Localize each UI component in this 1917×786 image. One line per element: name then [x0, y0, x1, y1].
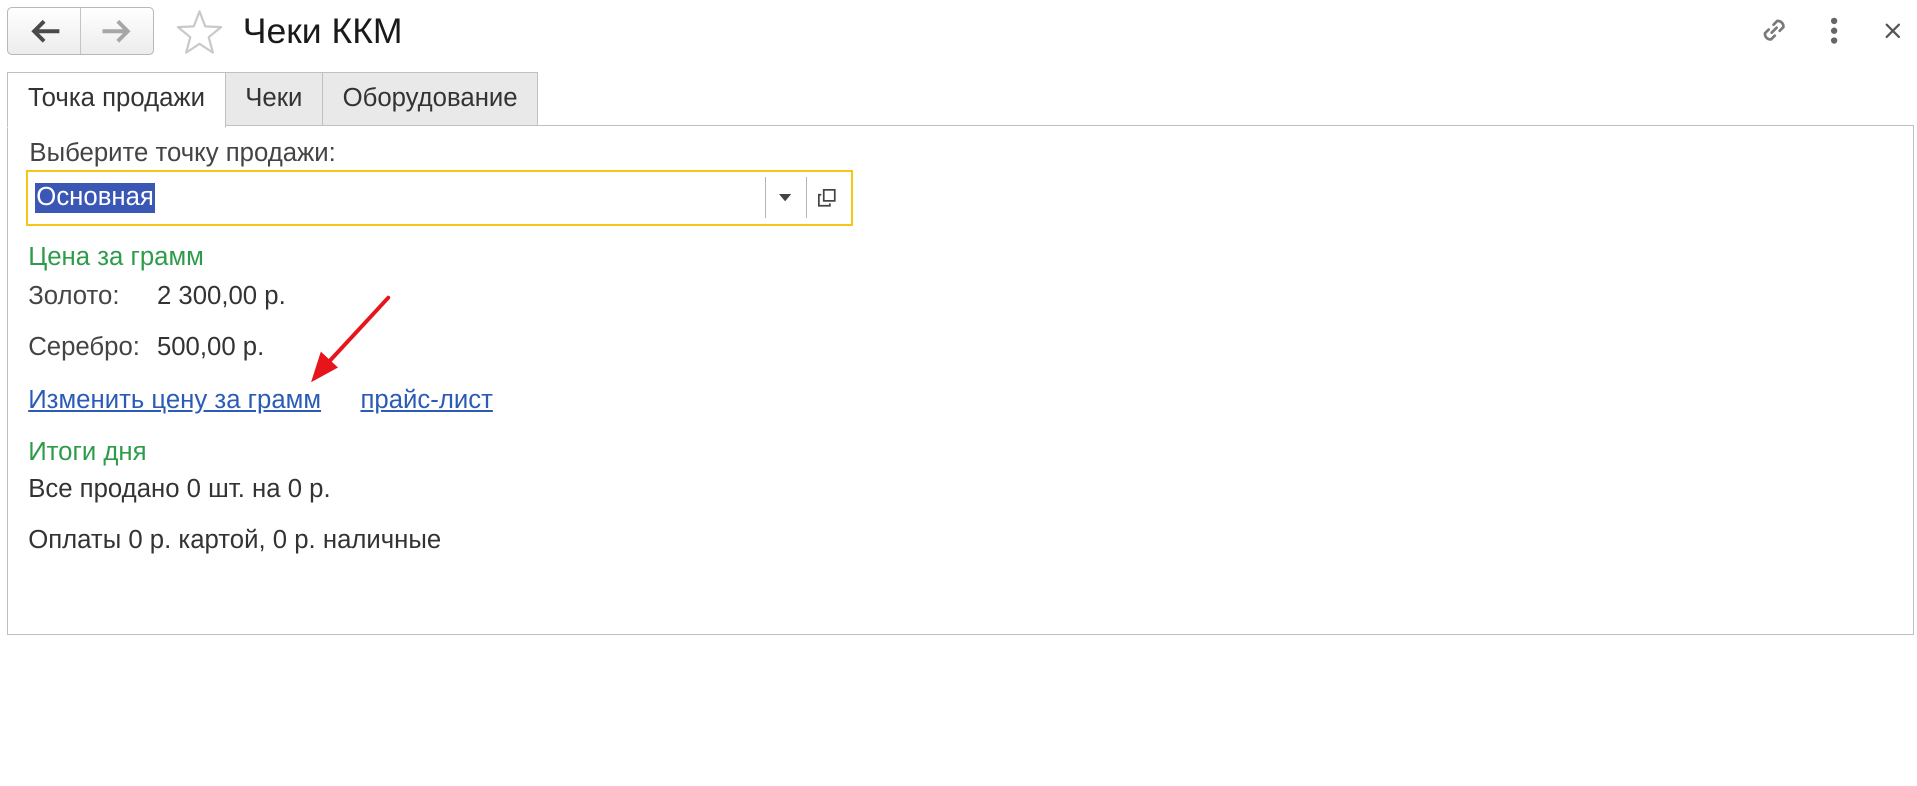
gold-price: 2 300,00 р.	[156, 282, 286, 310]
star-icon	[177, 9, 223, 54]
tab-sale-point[interactable]: Точка продажи	[7, 72, 226, 128]
sale-point-label: Выберите точку продажи:	[29, 138, 336, 167]
sale-point-select[interactable]: Основная	[25, 170, 854, 226]
sale-point-value[interactable]: Основная	[35, 183, 156, 213]
day-totals-title: Итоги дня	[28, 437, 147, 466]
back-button[interactable]	[8, 8, 80, 54]
link-button[interactable]	[1753, 10, 1795, 52]
tab-bar: Точка продажи Чеки Оборудование	[7, 72, 539, 128]
link-icon	[1763, 20, 1785, 42]
day-totals-sold: Все продано 0 шт. на 0 р.	[28, 474, 331, 503]
navigation-buttons	[7, 7, 155, 56]
arrow-left-icon	[31, 19, 60, 43]
window-title: Чеки ККМ	[242, 11, 403, 52]
arrow-right-icon	[101, 19, 131, 43]
more-button[interactable]	[1813, 10, 1855, 52]
tab-equipment[interactable]: Оборудование	[322, 72, 539, 127]
favorite-button[interactable]	[175, 9, 224, 56]
close-button[interactable]	[1872, 10, 1914, 52]
change-price-link[interactable]: Изменить цену за грамм	[28, 386, 321, 415]
open-window-icon	[818, 188, 836, 207]
gold-label: Золото:	[28, 282, 120, 310]
price-list-link[interactable]: прайс-лист	[360, 386, 492, 415]
day-totals-payments: Оплаты 0 р. картой, 0 р. наличные	[28, 525, 442, 554]
more-vertical-icon	[1831, 17, 1838, 44]
forward-button[interactable]	[80, 8, 153, 55]
dropdown-button[interactable]	[764, 177, 805, 218]
chevron-down-icon	[779, 193, 792, 202]
silver-label: Серебро:	[28, 333, 140, 362]
price-per-gram-title: Цена за грамм	[28, 242, 204, 271]
close-icon	[1885, 23, 1901, 38]
tab-receipts[interactable]: Чеки	[225, 72, 323, 127]
open-button[interactable]	[806, 177, 846, 218]
silver-price: 500,00 р.	[156, 333, 265, 362]
